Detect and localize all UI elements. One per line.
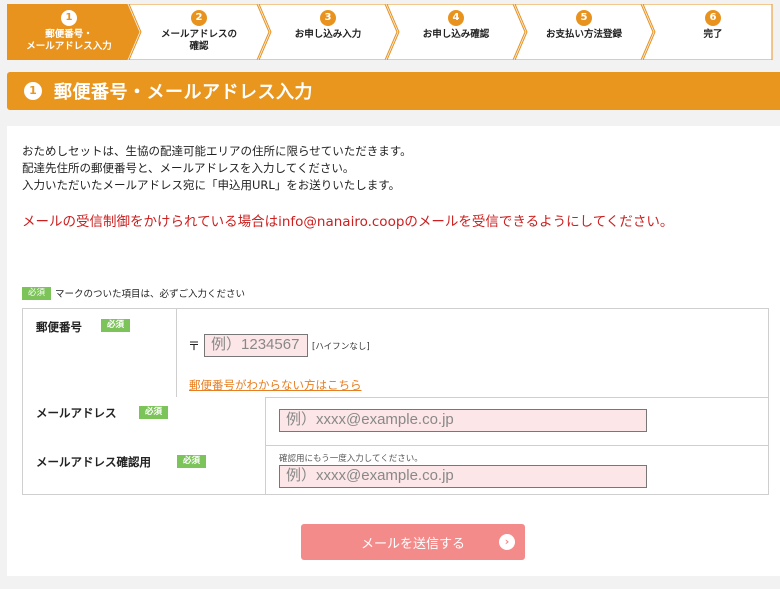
send-email-button[interactable]: メールを送信する › [301,524,525,560]
step-6: 6 完了 [653,4,773,60]
confirm-note: 確認用にもう一度入力してください。 [279,454,423,464]
zip-row: 郵便番号 必須 〒 例）1234567 [ハイフンなし] 郵便番号がわからない方… [23,309,768,398]
step-number: 4 [448,10,464,26]
step-number: 1 [61,10,77,26]
step-number: 5 [576,10,592,26]
section-title: 郵便番号・メールアドレス入力 [54,82,313,103]
input-form: 郵便番号 必須 〒 例）1234567 [ハイフンなし] 郵便番号がわからない方… [22,308,769,495]
step-number: 2 [191,10,207,26]
zip-input-group: 〒 例）1234567 [ハイフンなし] [188,334,370,357]
email-confirm-label: メールアドレス確認用 [36,455,151,469]
email-input[interactable]: 例）xxxx@example.co.jp [279,409,647,432]
required-badge: 必須 [22,286,52,300]
email-confirm-input[interactable]: 例）xxxx@example.co.jp [279,465,647,488]
warning-message: メールの受信制御をかけられている場合はinfo@nanairo.coopのメール… [22,214,674,230]
zip-label: 郵便番号 [36,320,82,334]
progress-steps: 1 郵便番号・ メールアドレス入力 2 メールアドレスの 確認 3 お申し込み入力 … [7,4,773,60]
zip-hint: [ハイフンなし] [312,341,370,352]
step-1: 1 郵便番号・ メールアドレス入力 [7,4,131,60]
intro-text: おためしセットは、生協の配達可能エリアの住所に限らせていただきます。 配達先住所… [22,144,412,192]
step-5: 5 お支払い方法登録 [525,4,643,60]
send-email-label: メールを送信する [360,536,465,552]
section-header: 1 郵便番号・メールアドレス入力 [7,72,780,110]
email-confirm-label-cell: メールアドレス確認用 必須 [23,445,265,494]
step-label: お支払い方法登録 [545,29,622,40]
step-label: 郵便番号・ メールアドレス入力 [26,29,112,52]
step-number: 6 [705,10,721,26]
form-card: おためしセットは、生協の配達可能エリアの住所に限らせていただきます。 配達先住所… [7,126,780,576]
step-2: 2 メールアドレスの 確認 [139,4,259,60]
required-badge: 必須 [139,406,169,419]
postal-mark: 〒 [188,339,201,353]
divider [265,397,266,445]
step-4: 4 お申し込み確認 [397,4,515,60]
step-label: メールアドレスの 確認 [160,29,237,52]
required-badge: 必須 [177,455,207,468]
divider [265,445,266,494]
step-label: お申し込み確認 [422,29,490,40]
chevron-right-icon: › [499,534,515,550]
step-label: 完了 [703,29,723,40]
required-badge: 必須 [101,319,131,332]
step-number: 3 [320,10,336,26]
email-confirm-row: メールアドレス確認用 必須 確認用にもう一度入力してください。 例）xxxx@e… [23,445,768,494]
zip-lookup-link[interactable]: 郵便番号がわからない方はこちら [189,377,362,393]
email-label-cell: メールアドレス 必須 [23,397,265,445]
legend-text: マークのついた項目は、必ずご入力ください [55,289,246,300]
required-legend: 必須 マークのついた項目は、必ずご入力ください [22,286,245,300]
zip-input[interactable]: 例）1234567 [204,334,309,357]
email-row: メールアドレス 必須 例）xxxx@example.co.jp [23,397,768,446]
step-label: お申し込み入力 [294,29,362,40]
step-3: 3 お申し込み入力 [269,4,387,60]
email-label: メールアドレス [36,406,117,420]
zip-label-cell: 郵便番号 必須 [23,309,176,397]
divider [176,309,177,397]
section-number: 1 [24,82,42,100]
